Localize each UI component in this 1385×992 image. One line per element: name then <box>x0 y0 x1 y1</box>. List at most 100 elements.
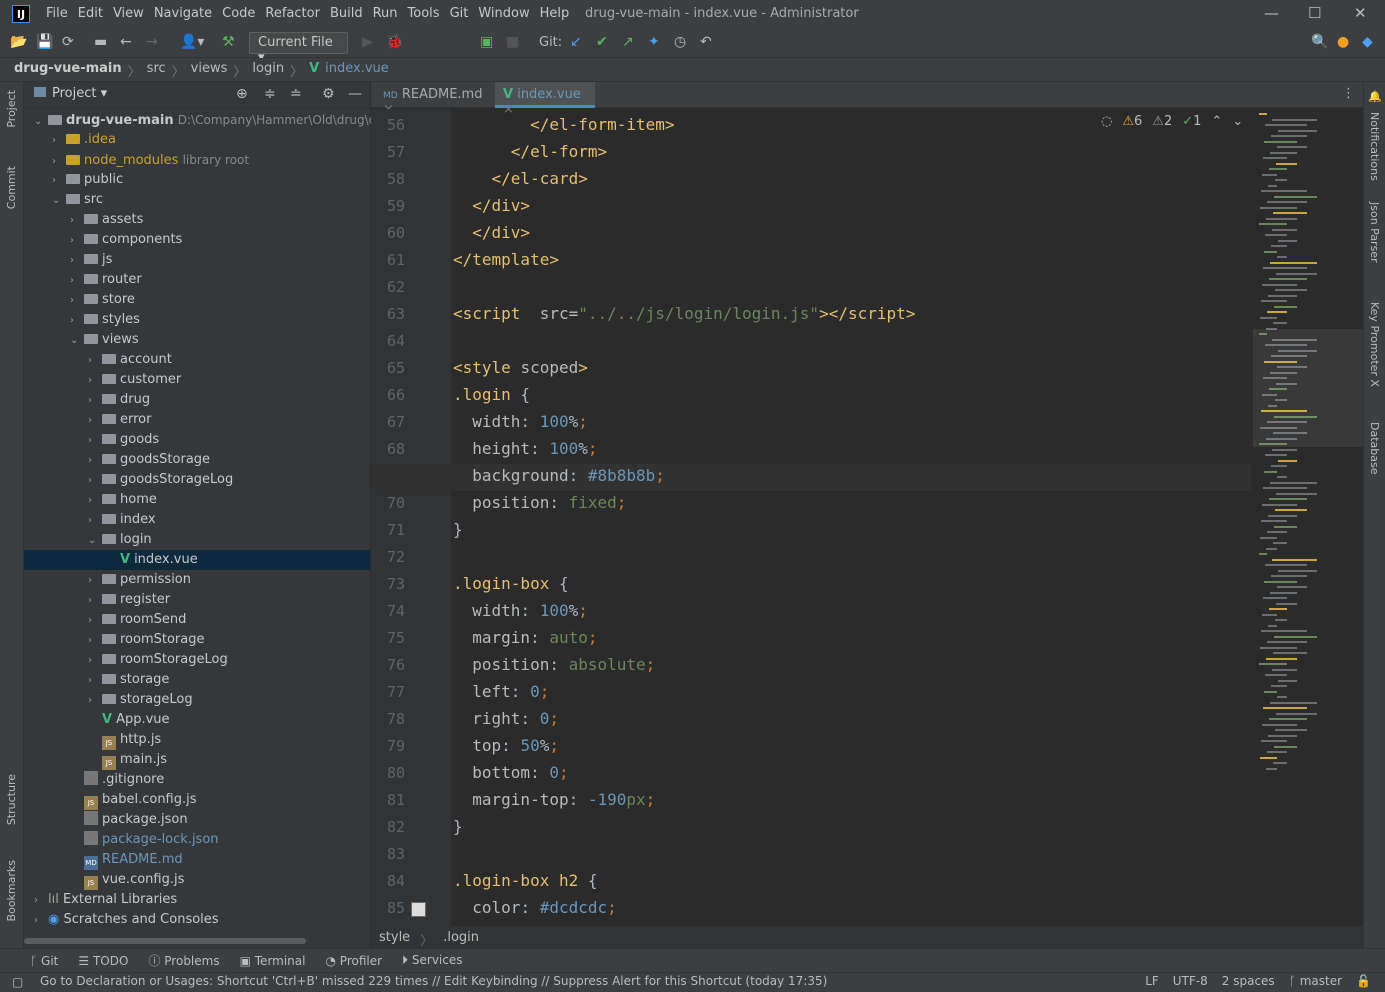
plugin-icon[interactable]: ◆ <box>1362 34 1373 50</box>
chevron-right-icon[interactable]: › <box>70 231 84 251</box>
sync-icon[interactable]: ⟳ <box>62 34 74 50</box>
close-icon[interactable]: ✕ <box>1354 4 1367 22</box>
tree-file[interactable]: JS http.js <box>24 730 370 750</box>
breadcrumb-login[interactable]: login <box>252 61 284 78</box>
history-icon[interactable]: ◷ <box>674 34 686 50</box>
code-line[interactable]: </div> <box>453 196 530 215</box>
run-config-select[interactable]: Current File ▾ <box>249 32 348 65</box>
code-line[interactable]: position: absolute; <box>453 655 655 674</box>
tree-folder[interactable]: › js <box>24 250 370 270</box>
chevron-right-icon[interactable]: › <box>70 271 84 291</box>
open-icon[interactable]: 📂 <box>10 34 27 50</box>
tree-file[interactable]: JS babel.config.js <box>24 790 370 810</box>
user-icon[interactable]: 👤▾ <box>180 34 204 50</box>
tree-folder[interactable]: › roomStorage <box>24 630 370 650</box>
chevron-right-icon[interactable]: › <box>88 591 102 611</box>
locate-icon[interactable]: ⊕ <box>236 86 248 102</box>
commit-tool-tab[interactable]: Commit <box>5 166 18 209</box>
update-icon[interactable]: ● <box>1337 34 1349 50</box>
tree-file[interactable]: JS main.js <box>24 750 370 770</box>
menu-view[interactable]: View <box>113 6 144 21</box>
intellij-logo-icon[interactable]: IJ <box>12 5 30 23</box>
menu-edit[interactable]: Edit <box>78 6 103 21</box>
code-line[interactable]: width: 100%; <box>453 412 588 431</box>
json-parser-tool-tab[interactable]: Json Parser <box>1368 202 1381 263</box>
code-line[interactable]: width: 100%; <box>453 601 588 620</box>
tree-file[interactable]: › lıl External Libraries <box>24 890 370 910</box>
lock-icon[interactable]: 🔓 <box>1356 974 1371 988</box>
code-line[interactable]: } <box>453 817 463 836</box>
hide-icon[interactable]: — <box>348 86 362 102</box>
tool-terminal[interactable]: ▣ Terminal <box>240 954 306 968</box>
prev-highlight-icon[interactable]: ⌃ <box>1211 114 1222 129</box>
code-line[interactable]: <style scoped> <box>453 358 588 377</box>
chevron-down-icon[interactable]: ⌄ <box>52 191 66 211</box>
collapse-all-icon[interactable]: ≐ <box>290 86 302 102</box>
chevron-right-icon[interactable]: › <box>88 631 102 651</box>
tree-folder[interactable]: › goodsStorage <box>24 450 370 470</box>
status-message[interactable]: Go to Declaration or Usages: Shortcut 'C… <box>40 974 827 988</box>
gear-icon[interactable]: ⚙ <box>322 86 335 102</box>
code-line[interactable]: .login-box h2 { <box>453 871 598 890</box>
file-encoding[interactable]: UTF-8 <box>1173 974 1208 988</box>
chevron-down-icon[interactable]: ⌄ <box>70 331 84 351</box>
tree-folder[interactable]: ⌄ views <box>24 330 370 350</box>
chevron-right-icon[interactable]: › <box>34 911 48 931</box>
chevron-right-icon[interactable]: › <box>88 431 102 451</box>
code-area[interactable]: </el-form-item> </el-form> </el-card> </… <box>371 109 1251 926</box>
code-line[interactable]: </el-form-item> <box>453 115 675 134</box>
chevron-right-icon[interactable]: › <box>88 451 102 471</box>
chevron-right-icon[interactable]: › <box>88 691 102 711</box>
tree-file[interactable]: package-lock.json <box>24 830 370 850</box>
eye-off-icon[interactable]: ◌ <box>1101 114 1112 129</box>
tree-folder[interactable]: › drug <box>24 390 370 410</box>
tree-file[interactable]: V App.vue <box>24 710 370 730</box>
tree-file[interactable]: JS vue.config.js <box>24 870 370 890</box>
maximize-icon[interactable]: ☐ <box>1308 4 1321 22</box>
tree-folder[interactable]: › customer <box>24 370 370 390</box>
git-merge-icon[interactable]: ✦ <box>648 34 660 50</box>
tool-git[interactable]: ᚴ Git <box>30 954 58 968</box>
rollback-icon[interactable]: ↶ <box>700 34 712 50</box>
code-line[interactable]: bottom: 0; <box>453 763 568 782</box>
chevron-right-icon[interactable]: › <box>70 251 84 271</box>
chevron-right-icon[interactable]: › <box>88 371 102 391</box>
chevron-right-icon[interactable]: › <box>70 291 84 311</box>
chevron-down-icon[interactable]: ⌄ <box>34 112 48 132</box>
code-line[interactable]: </el-form> <box>453 142 607 161</box>
editor-crumb-login[interactable]: .login <box>443 930 479 945</box>
project-title[interactable]: Project <box>52 86 96 101</box>
menu-code[interactable]: Code <box>222 6 255 21</box>
tree-folder[interactable]: › permission <box>24 570 370 590</box>
breadcrumb-project[interactable]: drug-vue-main <box>14 61 122 78</box>
tool-services[interactable]: ⏵ Services <box>402 953 462 968</box>
minimap-viewport[interactable] <box>1253 329 1363 447</box>
breadcrumb-views[interactable]: views <box>191 61 228 78</box>
code-minimap[interactable] <box>1251 109 1363 936</box>
tree-file[interactable]: MD README.md <box>24 850 370 870</box>
structure-tool-tab[interactable]: Structure <box>5 774 18 825</box>
expand-all-icon[interactable]: ≑ <box>264 86 276 102</box>
chevron-down-icon[interactable]: ⌄ <box>88 531 102 551</box>
chevron-right-icon[interactable]: › <box>88 611 102 631</box>
chevron-right-icon[interactable]: › <box>88 471 102 491</box>
tree-folder[interactable]: › roomSend <box>24 610 370 630</box>
tree-folder[interactable]: › styles <box>24 310 370 330</box>
code-line[interactable]: height: 100%; <box>453 439 597 458</box>
tree-folder[interactable]: › assets <box>24 210 370 230</box>
forward-icon[interactable]: → <box>146 34 158 50</box>
chevron-right-icon[interactable]: › <box>52 152 66 172</box>
more-icon[interactable]: ⋮ <box>1342 86 1355 101</box>
menu-help[interactable]: Help <box>540 6 570 21</box>
tree-folder[interactable]: › node_modules library root <box>24 150 370 170</box>
code-line[interactable]: position: fixed; <box>453 493 626 512</box>
code-line[interactable]: left: 0; <box>453 682 549 701</box>
project-tool-tab[interactable]: Project <box>5 90 18 128</box>
tree-file[interactable]: Vindex.vue <box>24 550 370 570</box>
tool-profiler[interactable]: ◔ Profiler <box>325 954 382 968</box>
code-line[interactable]: margin-top: -190px; <box>453 790 655 809</box>
code-line[interactable]: margin: auto; <box>453 628 597 647</box>
git-update-icon[interactable]: ↙ <box>570 34 582 50</box>
tree-folder[interactable]: ⌄ src <box>24 190 370 210</box>
code-line[interactable]: </template> <box>453 250 559 269</box>
